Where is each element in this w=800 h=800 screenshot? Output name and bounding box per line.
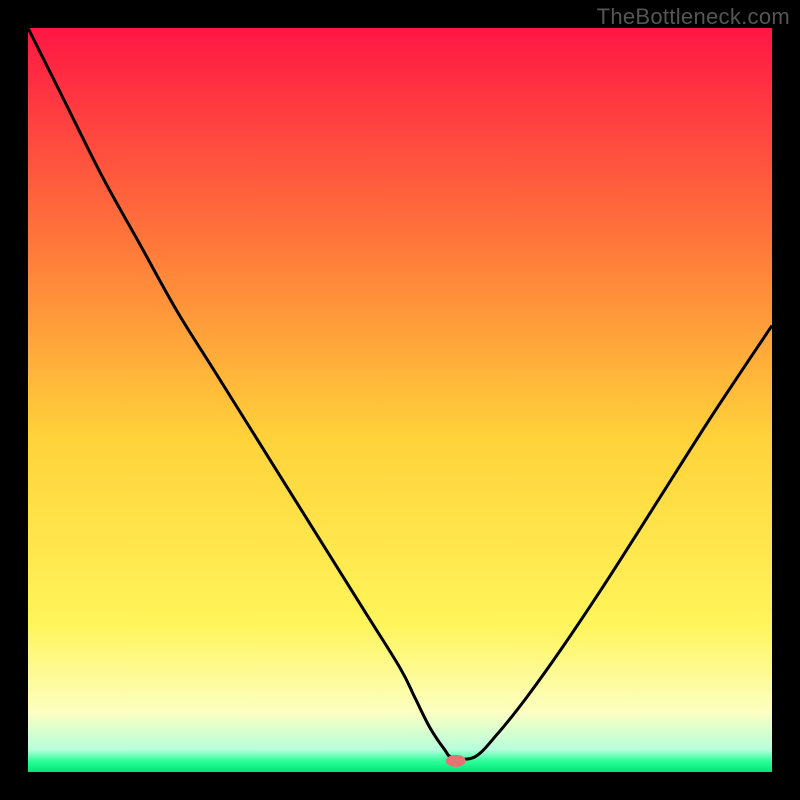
chart-background [28,28,772,772]
chart-frame [28,28,772,772]
optimal-point-marker [446,755,466,767]
bottleneck-chart [28,28,772,772]
watermark-text: TheBottleneck.com [597,4,790,30]
